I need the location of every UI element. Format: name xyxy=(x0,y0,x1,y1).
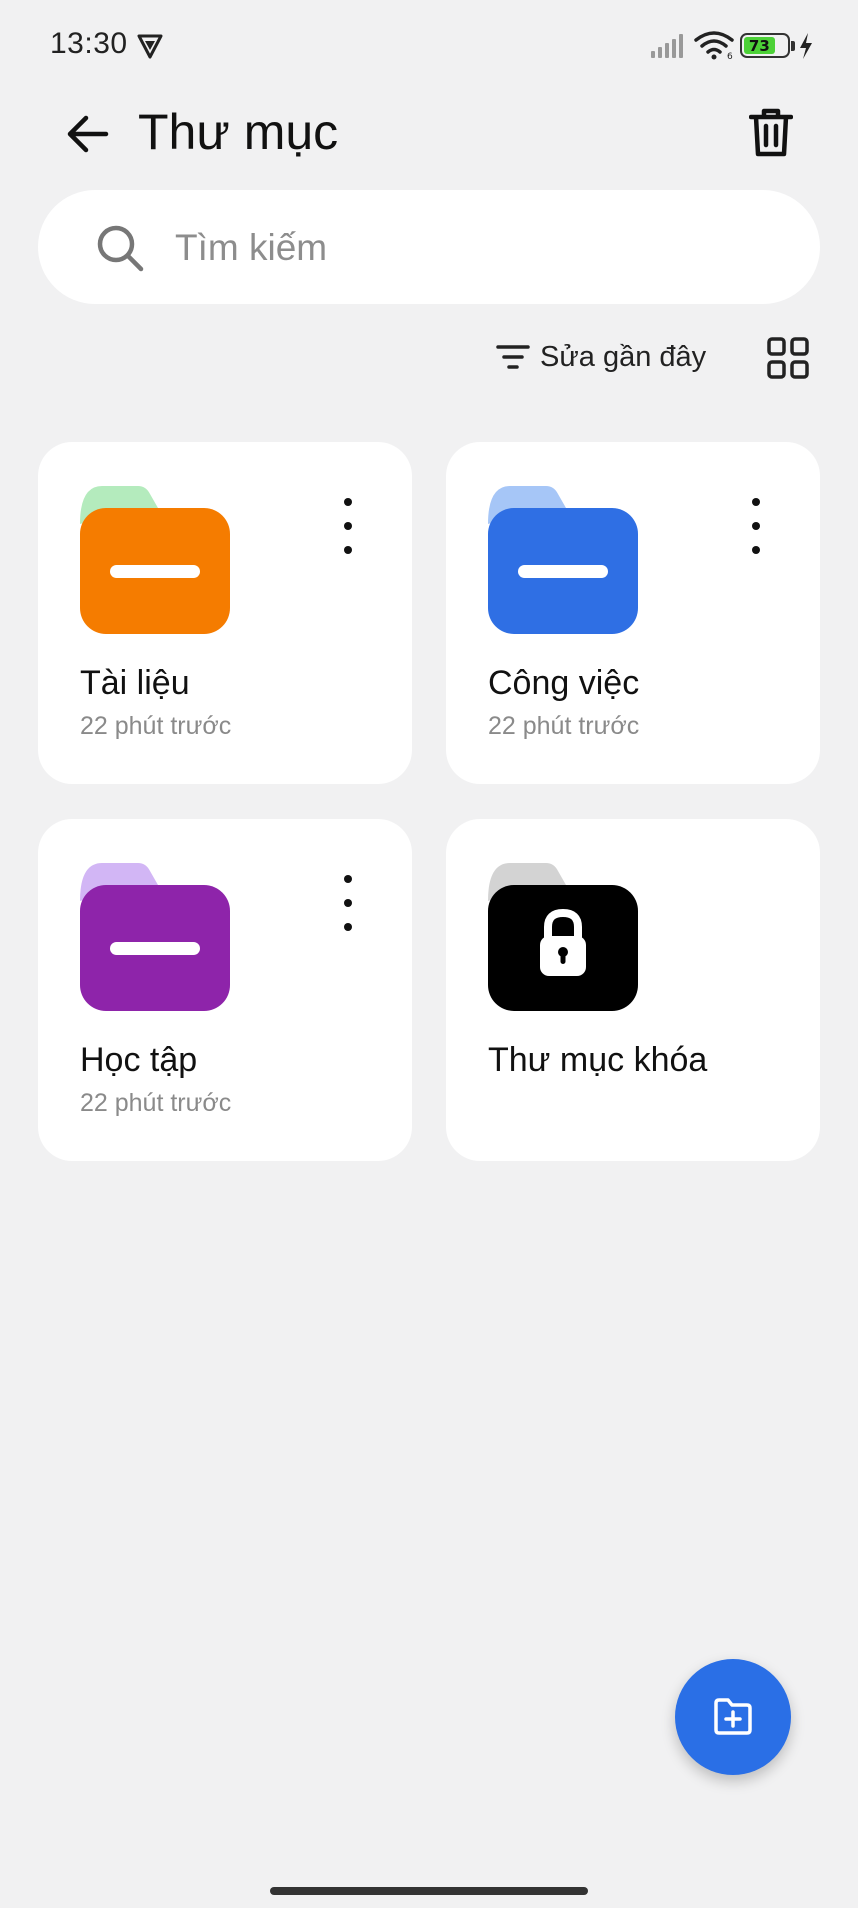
add-folder-icon xyxy=(714,1698,752,1735)
dot xyxy=(344,923,352,931)
dot xyxy=(344,522,352,530)
trash-icon xyxy=(749,108,793,157)
folder-card-tai-lieu[interactable]: Tài liệu 22 phút trước xyxy=(38,442,412,784)
trash-button[interactable] xyxy=(740,102,802,164)
folder-icon xyxy=(80,863,230,1011)
folder-name: Tài liệu xyxy=(80,664,190,702)
shield-icon xyxy=(137,34,163,59)
folder-name: Thư mục khóa xyxy=(488,1041,708,1079)
charging-bolt-icon xyxy=(800,33,812,59)
add-folder-button[interactable] xyxy=(675,1659,791,1775)
cell-signal-icon xyxy=(651,34,683,58)
search-input[interactable] xyxy=(173,214,777,282)
search-bar[interactable] xyxy=(38,190,820,304)
locked-folder-icon xyxy=(488,863,638,1011)
filter-lines-icon xyxy=(496,345,530,369)
more-options-button[interactable] xyxy=(744,498,768,554)
more-options-button[interactable] xyxy=(336,875,360,931)
battery-level: 73 xyxy=(744,37,775,55)
back-button[interactable] xyxy=(58,104,118,164)
folder-name: Công việc xyxy=(488,664,640,702)
folder-modified-time: 22 phút trước xyxy=(80,712,232,740)
wifi-icon: 6 xyxy=(694,31,734,60)
battery-icon: 73 xyxy=(740,33,790,58)
dot xyxy=(344,875,352,883)
dot xyxy=(344,546,352,554)
more-options-button[interactable] xyxy=(336,498,360,554)
svg-text:6: 6 xyxy=(727,52,733,60)
folder-icon xyxy=(488,486,638,634)
folder-modified-time: 22 phút trước xyxy=(488,712,640,740)
sort-button[interactable]: Sửa gần đây xyxy=(496,334,706,380)
folder-card-cong-viec[interactable]: Công việc 22 phút trước xyxy=(446,442,820,784)
folder-card-locked[interactable]: Thư mục khóa xyxy=(446,819,820,1161)
folder-modified-time: 22 phút trước xyxy=(80,1089,232,1117)
search-icon xyxy=(97,225,144,272)
battery-tip xyxy=(791,41,795,51)
dot xyxy=(344,498,352,506)
grid-view-icon[interactable] xyxy=(766,336,810,380)
folder-icon xyxy=(80,486,230,634)
sort-label: Sửa gần đây xyxy=(540,340,707,373)
status-bar: 13:30 6 73 xyxy=(0,0,858,90)
dot xyxy=(344,899,352,907)
folder-name: Học tập xyxy=(80,1041,198,1079)
arrow-left-icon xyxy=(67,115,109,153)
home-indicator xyxy=(270,1887,588,1895)
page-title: Thư mục xyxy=(138,104,339,160)
folder-card-hoc-tap[interactable]: Học tập 22 phút trước xyxy=(38,819,412,1161)
dot xyxy=(752,498,760,506)
status-time: 13:30 xyxy=(50,27,128,60)
dot xyxy=(752,546,760,554)
dot xyxy=(752,522,760,530)
